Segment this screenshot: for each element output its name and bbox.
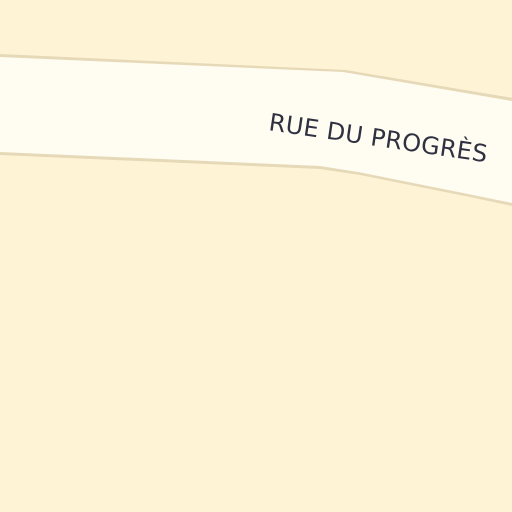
map-view[interactable]: RUE DU PROGRÈS xyxy=(0,0,512,512)
map-canvas: RUE DU PROGRÈS xyxy=(0,0,512,512)
